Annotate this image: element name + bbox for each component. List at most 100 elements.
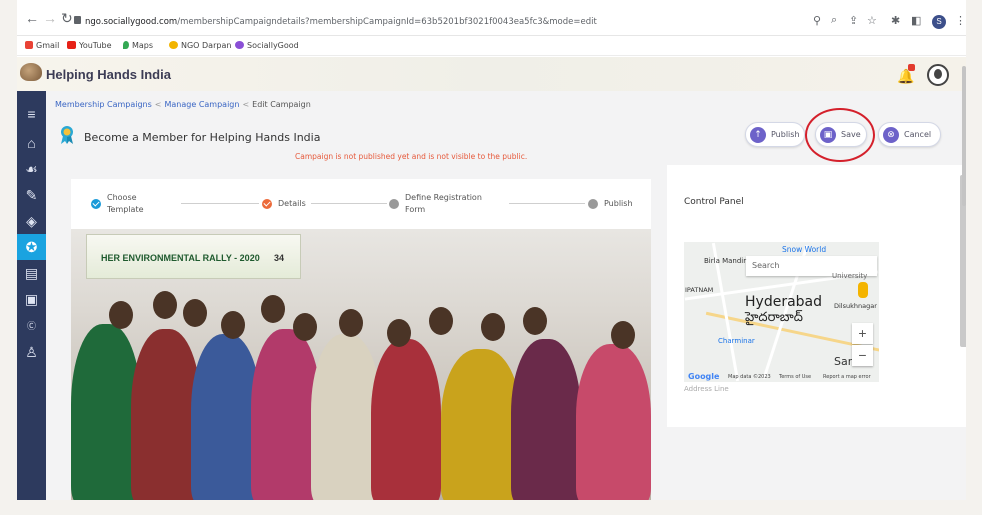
head: [221, 311, 245, 339]
app-header: Helping Hands India 🔔: [17, 57, 966, 91]
home-icon[interactable]: ⌂: [17, 130, 46, 156]
step-define-form[interactable]: Define Registration Form: [405, 192, 482, 216]
cancel-icon: ⊗: [883, 127, 899, 143]
cancel-button[interactable]: ⊗ Cancel: [878, 122, 941, 147]
bookmark-sociallygood[interactable]: SociallyGood: [235, 41, 299, 50]
address-bar: ← → ↻ ngo.sociallygood.com/membershipCam…: [17, 0, 966, 36]
head: [611, 321, 635, 349]
head: [261, 295, 285, 323]
head: [183, 299, 207, 327]
map-label-hyderabad: Hyderabad: [745, 294, 822, 310]
person: [576, 344, 651, 500]
page-scrollbar[interactable]: [962, 66, 966, 206]
map-label-hyderabad-te: హైదరాబాద్: [745, 310, 803, 325]
banner-text: HER ENVIRONMENTAL RALLY - 2020: [101, 253, 260, 263]
profile-avatar[interactable]: S: [932, 15, 946, 29]
breadcrumb: Membership Campaigns < Manage Campaign < Edi…: [55, 100, 311, 109]
head: [153, 291, 177, 319]
browser-window: ← → ↻ ngo.sociallygood.com/membershipCam…: [17, 0, 966, 500]
donate-icon[interactable]: ✎: [17, 182, 46, 208]
url-field[interactable]: ngo.sociallygood.com/membershipCampaignd…: [85, 17, 597, 27]
map-data-credit: Map data ©2023: [728, 374, 771, 380]
csr-icon[interactable]: Ⓒ: [17, 313, 46, 339]
google-logo: Google: [688, 372, 720, 381]
user-avatar[interactable]: [927, 64, 949, 86]
maps-icon: [123, 41, 129, 49]
head: [429, 307, 453, 335]
brand-logo: [20, 63, 42, 81]
bookmark-maps[interactable]: Maps: [123, 41, 153, 50]
location-icon[interactable]: ⚲: [813, 14, 821, 27]
badge-icon[interactable]: ◈: [17, 208, 46, 234]
gmail-icon: [25, 41, 33, 49]
map-label-saroor: Sar: [834, 355, 853, 368]
forward-icon[interactable]: →: [43, 10, 57, 26]
sidepanel-icon[interactable]: ◧: [911, 14, 921, 27]
head: [387, 319, 411, 347]
head: [523, 307, 547, 335]
bookmarks-bar: Gmail YouTube Maps NGO Darpan SociallyGo…: [17, 36, 966, 56]
map-report-link[interactable]: Report a map error: [823, 374, 871, 380]
membership-icon[interactable]: ✪: [17, 234, 46, 260]
people-icon[interactable]: ♙: [17, 339, 46, 365]
notification-badge: [908, 64, 915, 71]
back-icon[interactable]: ←: [25, 10, 39, 26]
crumb-separator: <: [242, 100, 250, 109]
reload-icon[interactable]: ↻: [61, 10, 73, 27]
banner-number: 34: [274, 253, 285, 263]
person: [511, 339, 581, 500]
highlight-circle: [805, 108, 875, 162]
main-content: Membership Campaigns < Manage Campaign < Edi…: [46, 66, 966, 500]
sociallygood-icon: [235, 41, 244, 49]
zoom-out-button[interactable]: −: [852, 345, 873, 366]
brand-name: Helping Hands India: [46, 67, 171, 82]
sidebar: ≡ ⌂ ☙ ✎ ◈ ✪ ▤ ▣ Ⓒ ♙: [17, 91, 46, 500]
crumb-separator: <: [154, 100, 162, 109]
control-panel-title: Control Panel: [684, 197, 744, 207]
head: [339, 309, 363, 337]
youtube-icon: [67, 41, 76, 49]
map[interactable]: Snow World Search Birla Mandir Universit…: [684, 242, 879, 382]
extensions-icon[interactable]: ✱: [891, 14, 900, 27]
crumb-membership-campaigns[interactable]: Membership Campaigns: [55, 100, 152, 109]
head: [293, 313, 317, 341]
map-terms-link[interactable]: Terms of Use: [779, 374, 811, 380]
crumb-edit-campaign: Edit Campaign: [252, 100, 311, 109]
step-connector: [509, 203, 585, 204]
address-line-label: Address Line: [684, 385, 729, 393]
bookmark-ngo-darpan[interactable]: NGO Darpan: [169, 41, 231, 50]
person: [371, 339, 441, 500]
star-icon[interactable]: ☆: [867, 14, 877, 27]
pegman-icon[interactable]: [858, 282, 868, 298]
step-connector: [311, 203, 387, 204]
step-choose-template[interactable]: Choose Template: [107, 192, 144, 216]
events-icon[interactable]: ▤: [17, 260, 46, 286]
map-label-patnam: IPATNAM: [685, 286, 714, 294]
map-label-birla: Birla Mandir: [704, 257, 747, 265]
person: [441, 349, 521, 500]
share-icon[interactable]: ⇪: [849, 14, 858, 27]
crumb-manage-campaign[interactable]: Manage Campaign: [165, 100, 240, 109]
head: [109, 301, 133, 329]
bookmark-youtube[interactable]: YouTube: [67, 41, 112, 50]
zoom-icon[interactable]: ⌕: [831, 14, 837, 27]
map-label-snow-world: Snow World: [782, 245, 827, 254]
ngo-icon[interactable]: ▣: [17, 286, 46, 312]
volunteer-icon[interactable]: ☙: [17, 156, 46, 182]
bookmark-gmail[interactable]: Gmail: [25, 41, 59, 50]
step-done-icon: [91, 199, 101, 209]
step-connector: [181, 203, 259, 204]
upload-icon: ↑: [750, 127, 766, 143]
step-details[interactable]: Details: [278, 198, 306, 210]
hamburger-icon[interactable]: ≡: [17, 101, 46, 127]
control-panel: Control Panel Snow World Search Birla Ma…: [667, 165, 966, 427]
publish-button[interactable]: ↑ Publish: [745, 122, 805, 147]
step-todo-icon: [389, 199, 399, 209]
menu-icon[interactable]: ⋮: [955, 14, 966, 27]
publish-notice: Campaign is not published yet and is not…: [295, 152, 528, 161]
step-publish[interactable]: Publish: [604, 198, 633, 210]
ngo-darpan-icon: [169, 41, 178, 49]
award-icon: [61, 126, 73, 144]
map-label-university: University: [832, 272, 868, 280]
zoom-in-button[interactable]: +: [852, 323, 873, 344]
